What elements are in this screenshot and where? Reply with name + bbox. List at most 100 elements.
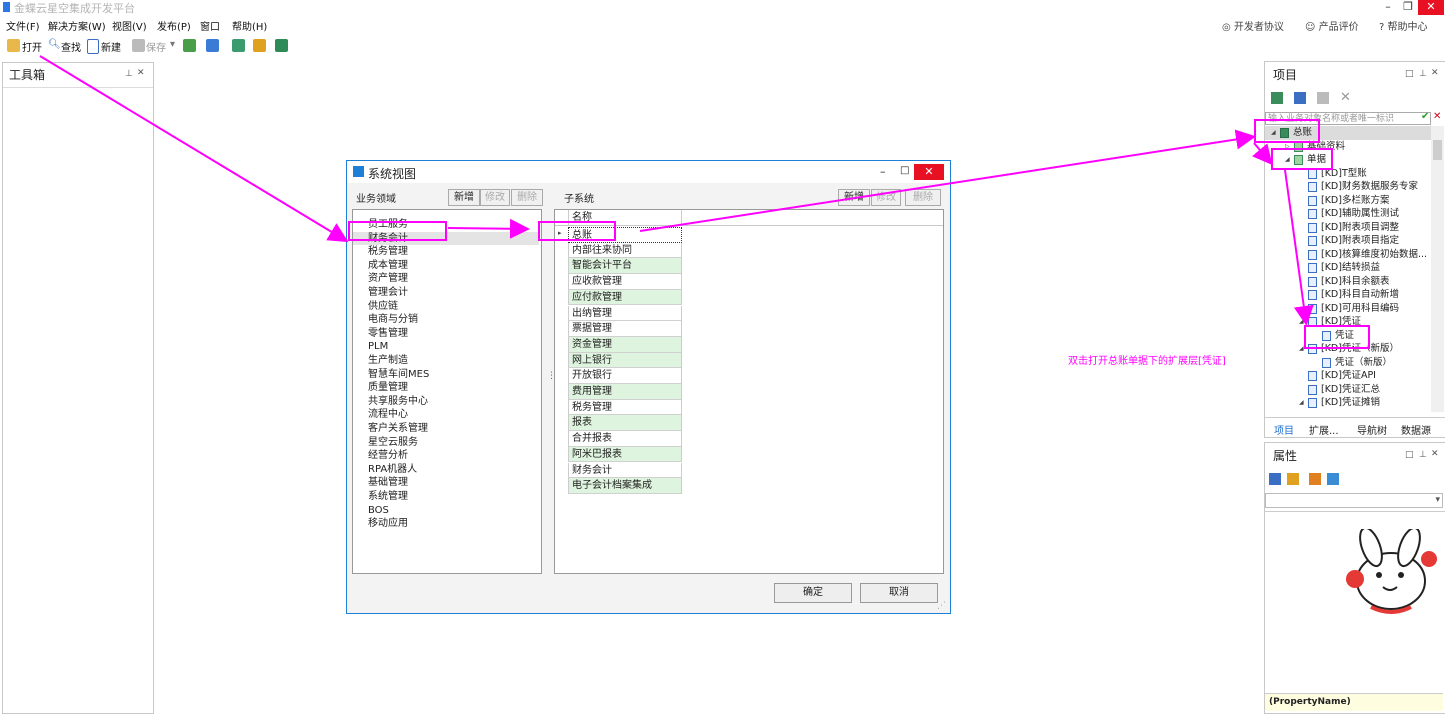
subsystem-row[interactable]: 智能会计平台 (555, 258, 943, 275)
dev-agreement-link[interactable]: ◎ 开发者协议 (1222, 18, 1284, 33)
domain-item[interactable]: 智慧车间MES (353, 368, 539, 382)
tree-node[interactable]: [KD]附表项目指定 (1265, 234, 1431, 248)
domain-item[interactable]: 客户关系管理 (353, 422, 539, 436)
close-icon[interactable]: ✕ (1431, 68, 1439, 78)
subsystem-name-cell[interactable]: 网上银行 (568, 352, 682, 369)
tab-project[interactable]: 项目 (1274, 422, 1294, 437)
subsystem-row[interactable]: 网上银行 (555, 352, 943, 369)
tab-nav-tree[interactable]: 导航树 (1357, 422, 1387, 437)
refresh-icon[interactable] (1271, 92, 1283, 104)
window-icon[interactable] (1294, 92, 1306, 104)
tab-extension[interactable]: 扩展... (1309, 422, 1339, 437)
subsystem-row[interactable]: 阿米巴报表 (555, 446, 943, 463)
tree-node[interactable]: [KD]结转损益 (1265, 261, 1431, 275)
dialog-maximize-button[interactable]: □ (900, 165, 909, 176)
subsystem-name-cell[interactable]: 出纳管理 (568, 305, 682, 322)
pin-icon[interactable]: ⊥ (1419, 69, 1427, 79)
object-selector[interactable]: ▾ (1265, 493, 1443, 508)
domain-item[interactable]: 经营分析 (353, 449, 539, 463)
menu-publish[interactable]: 发布(P) (157, 18, 191, 33)
close-button[interactable]: ✕ (1418, 0, 1444, 15)
subsystem-new-button[interactable]: 新增 (838, 189, 870, 206)
domain-delete-button[interactable]: 删除 (511, 189, 543, 206)
subsystem-name-cell[interactable]: 开放银行 (568, 368, 682, 384)
subsystem-row[interactable]: 报表 (555, 415, 943, 432)
publish-icon[interactable] (183, 39, 196, 52)
domain-new-button[interactable]: 新增 (448, 189, 480, 206)
subsystem-name-cell[interactable]: 应收款管理 (568, 274, 682, 290)
subsystem-row[interactable]: 应付款管理 (555, 289, 943, 306)
domain-item[interactable]: 共享服务中心 (353, 395, 539, 409)
subsystem-edit-button[interactable]: 修改 (871, 189, 901, 206)
subsystem-row[interactable]: 应收款管理 (555, 274, 943, 290)
tree-toggle-icon[interactable]: ◢ (1299, 315, 1304, 328)
subsystem-name-cell[interactable]: 合并报表 (568, 431, 682, 447)
domain-item[interactable]: RPA机器人 (353, 463, 539, 477)
new-button[interactable]: 新建 (101, 39, 121, 54)
subsystem-row[interactable]: 合并报表 (555, 431, 943, 447)
domain-edit-button[interactable]: 修改 (480, 189, 510, 206)
subsystem-row[interactable]: 电子会计档案集成 (555, 478, 943, 494)
tree-toggle-icon[interactable]: ◢ (1299, 342, 1304, 355)
domain-item[interactable]: 税务管理 (353, 245, 539, 259)
subsystem-name-cell[interactable]: 电子会计档案集成 (568, 478, 682, 494)
tree-node[interactable]: 凭证（新版） (1265, 356, 1431, 370)
maximize-icon[interactable]: □ (1405, 450, 1414, 460)
menu-solution[interactable]: 解决方案(W) (48, 18, 106, 33)
subsystem-name-cell[interactable]: 智能会计平台 (568, 258, 682, 275)
subsystem-name-cell[interactable]: 税务管理 (568, 399, 682, 416)
subsystem-name-cell[interactable]: 应付款管理 (568, 289, 682, 306)
domain-item[interactable]: 移动应用 (353, 517, 539, 531)
deploy-icon[interactable] (206, 39, 219, 52)
dialog-minimize-button[interactable]: – (880, 165, 886, 178)
tree-node[interactable]: [KD]凭证API (1265, 369, 1431, 383)
copy-icon[interactable] (1317, 92, 1329, 104)
tab-datasource[interactable]: 数据源 (1401, 422, 1431, 437)
subsystem-name-cell[interactable]: 资金管理 (568, 336, 682, 353)
domain-item[interactable]: PLM (353, 340, 539, 354)
close-icon[interactable]: ✕ (137, 68, 145, 78)
alphabetical-icon[interactable] (1287, 473, 1299, 485)
open-button[interactable]: 打开 (22, 39, 42, 54)
product-rating-link[interactable]: ☺ 产品评价 (1305, 18, 1359, 33)
domain-item[interactable]: 系统管理 (353, 490, 539, 504)
categorized-icon[interactable] (1269, 473, 1281, 485)
subsystem-row[interactable]: 票据管理 (555, 321, 943, 337)
subsystem-delete-button[interactable]: 删除 (905, 189, 941, 206)
tree-node[interactable]: [KD]附表项目调整 (1265, 221, 1431, 235)
tree-node[interactable]: [KD]科目自动新增 (1265, 288, 1431, 302)
menu-help[interactable]: 帮助(H) (232, 18, 267, 33)
save-dropdown-icon[interactable]: ▾ (170, 39, 175, 50)
subsystem-name-cell[interactable]: 阿米巴报表 (568, 446, 682, 463)
tree-node[interactable]: [KD]凭证汇总 (1265, 383, 1431, 397)
tree-node[interactable]: [KD]科目余额表 (1265, 275, 1431, 289)
menu-view[interactable]: 视图(V) (112, 18, 147, 33)
tree-toggle-icon[interactable]: ◢ (1299, 396, 1304, 409)
restore-button[interactable]: ❐ (1398, 0, 1418, 15)
subsystem-name-cell[interactable]: 票据管理 (568, 321, 682, 337)
domain-item[interactable]: 零售管理 (353, 327, 539, 341)
domain-item[interactable]: 供应链 (353, 300, 539, 314)
subsystem-row[interactable]: 内部往来协同 (555, 242, 943, 259)
domain-item[interactable]: 电商与分销 (353, 313, 539, 327)
clear-icon[interactable]: ✕ (1433, 111, 1441, 122)
resize-grip-icon[interactable]: ⋰ (937, 601, 946, 611)
subsystem-row[interactable]: 资金管理 (555, 336, 943, 353)
tree-node[interactable]: [KD]可用科目编码 (1265, 302, 1431, 316)
domain-item[interactable]: 生产制造 (353, 354, 539, 368)
menu-file[interactable]: 文件(F) (6, 18, 40, 33)
find-button[interactable]: 查找 (61, 39, 81, 54)
subsystem-row[interactable]: 费用管理 (555, 384, 943, 400)
subsystem-name-cell[interactable]: 报表 (568, 415, 682, 432)
subsystem-row[interactable]: 出纳管理 (555, 305, 943, 322)
tree-node[interactable]: [KD]辅助属性测试 (1265, 207, 1431, 221)
close-icon[interactable]: ✕ (1431, 449, 1439, 459)
menu-window[interactable]: 窗口 (200, 18, 220, 33)
domain-item[interactable]: 资产管理 (353, 272, 539, 286)
events-icon[interactable] (1327, 473, 1339, 485)
domain-item[interactable]: 流程中心 (353, 408, 539, 422)
subsystem-name-cell[interactable]: 内部往来协同 (568, 242, 682, 259)
maximize-icon[interactable]: □ (1405, 69, 1414, 79)
domain-item[interactable]: 成本管理 (353, 259, 539, 273)
tree-node[interactable]: [KD]财务数据服务专家 (1265, 180, 1431, 194)
